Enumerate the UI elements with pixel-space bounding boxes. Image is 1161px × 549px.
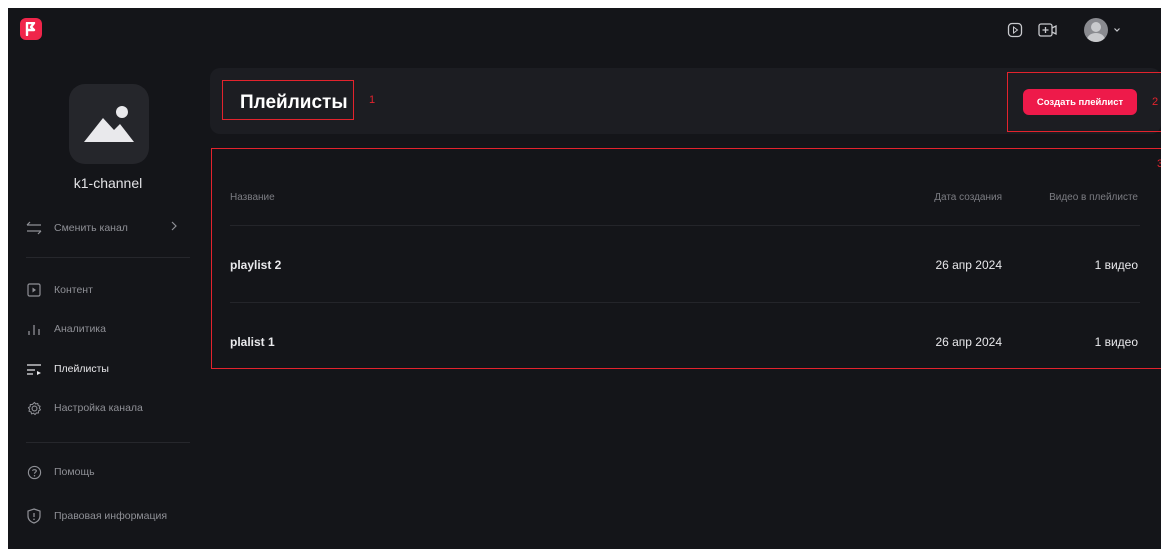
sidebar-item-help[interactable]: Помощь	[26, 462, 95, 482]
gear-icon	[26, 400, 42, 416]
annotation-box-2	[1007, 72, 1161, 132]
studio-logo-icon[interactable]	[20, 18, 42, 40]
table-row[interactable]: playlist 2 26 апр 2024 1 видео	[210, 226, 1161, 302]
user-avatar-icon[interactable]	[1084, 18, 1108, 42]
playlist-title[interactable]: plalist 1	[230, 335, 275, 349]
chevron-right-icon	[171, 220, 177, 234]
sidebar-item-label: Контент	[54, 284, 93, 296]
sidebar-item-channel-settings[interactable]: Настройка канала	[26, 398, 143, 418]
bar-chart-icon	[26, 321, 42, 337]
sidebar-item-label: Настройка канала	[54, 402, 143, 414]
playlist-video-count: 1 видео	[1094, 335, 1138, 349]
help-circle-icon	[26, 464, 42, 480]
channel-avatar[interactable]	[69, 84, 149, 164]
annotation-label-1: 1	[369, 94, 376, 106]
playlist-icon	[26, 361, 42, 377]
column-header-name[interactable]: Название	[230, 192, 275, 203]
sidebar-divider	[26, 257, 190, 258]
studio-app: k1-channel Сменить канал Контент Аналити…	[8, 8, 1161, 549]
sidebar-item-label: Аналитика	[54, 323, 106, 335]
sidebar-divider	[26, 442, 190, 443]
sidebar-item-playlists[interactable]: Плейлисты	[26, 359, 109, 379]
play-square-icon	[26, 282, 42, 298]
chevron-down-icon[interactable]	[1106, 18, 1128, 42]
sidebar-item-label: Помощь	[54, 466, 95, 478]
image-placeholder-icon	[84, 106, 134, 142]
sidebar-item-content[interactable]: Контент	[26, 280, 93, 300]
column-header-created-date[interactable]: Дата создания	[934, 192, 1002, 203]
play-square-icon[interactable]	[1004, 18, 1026, 42]
sidebar-item-label: Правовая информация	[54, 510, 168, 522]
playlist-title[interactable]: playlist 2	[230, 258, 281, 272]
shield-icon	[26, 508, 42, 524]
sidebar-item-label: Плейлисты	[54, 363, 109, 375]
playlists-table: Название Дата создания Видео в плейлисте…	[210, 148, 1161, 368]
annotation-label-2: 2	[1152, 96, 1159, 108]
playlist-video-count: 1 видео	[1094, 258, 1138, 272]
playlist-created-date: 26 апр 2024	[935, 258, 1002, 272]
table-row[interactable]: plalist 1 26 апр 2024 1 видео	[210, 303, 1161, 379]
sidebar-item-legal-info[interactable]: Правовая информация	[26, 506, 167, 526]
channel-name: k1-channel	[73, 175, 143, 191]
switch-channel-button[interactable]: Сменить канал	[26, 218, 128, 238]
sidebar-item-analytics[interactable]: Аналитика	[26, 319, 106, 339]
annotation-box-1	[222, 80, 354, 120]
switch-channel-label: Сменить канал	[54, 222, 128, 234]
add-video-icon[interactable]	[1037, 18, 1059, 42]
column-header-video-count[interactable]: Видео в плейлисте	[1049, 192, 1138, 203]
swap-arrows-icon	[26, 220, 42, 236]
sidebar: k1-channel Сменить канал Контент Аналити…	[8, 60, 208, 549]
playlist-created-date: 26 апр 2024	[935, 335, 1002, 349]
